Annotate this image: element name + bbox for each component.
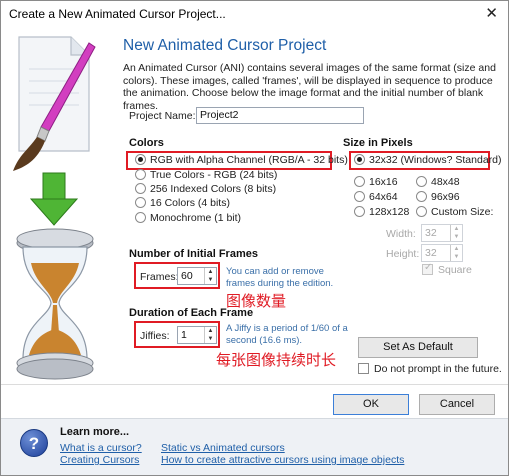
stepper-arrows-icon[interactable]: ▲ ▼ — [450, 225, 462, 241]
frames-section-title: Number of Initial Frames — [129, 248, 258, 260]
color-option-rgba[interactable]: RGB with Alpha Channel (RGB/A - 32 bits) — [135, 154, 348, 168]
learn-more-title: Learn more... — [60, 426, 130, 438]
color-option-label: True Colors - RGB (24 bits) — [150, 169, 278, 181]
stepper-arrows-icon[interactable]: ▲ ▼ — [450, 245, 462, 261]
radio-icon — [135, 154, 146, 165]
size-option-label: 32x32 (Windows? Standard) — [369, 154, 502, 166]
new-animated-cursor-dialog: Create a New Animated Cursor Project... … — [0, 0, 509, 476]
radio-icon — [135, 197, 146, 208]
radio-icon — [354, 191, 365, 202]
wizard-illustration — [13, 36, 96, 380]
height-label: Height: — [386, 248, 420, 260]
color-option-256[interactable]: 256 Indexed Colors (8 bits) — [135, 183, 276, 197]
ok-button[interactable]: OK — [333, 394, 409, 415]
size-option-16x16[interactable]: 16x16 — [354, 176, 398, 190]
width-value: 32 — [425, 227, 437, 239]
size-option-96x96[interactable]: 96x96 — [416, 191, 460, 205]
radio-icon — [354, 206, 365, 217]
square-checkbox[interactable]: Square — [422, 262, 472, 276]
duration-annotation: 每张图像持续时长 — [216, 352, 337, 369]
color-option-label: Monochrome (1 bit) — [150, 212, 242, 224]
radio-icon — [135, 212, 146, 223]
size-section-title: Size in Pixels — [343, 137, 413, 149]
color-option-mono[interactable]: Monochrome (1 bit) — [135, 212, 241, 226]
radio-icon — [416, 191, 427, 202]
frames-label: Frames: — [140, 271, 179, 283]
color-option-label: RGB with Alpha Channel (RGB/A - 32 bits) — [150, 154, 348, 166]
do-not-prompt-checkbox[interactable]: Do not prompt in the future. — [358, 363, 502, 375]
title-bar: Create a New Animated Cursor Project... … — [1, 1, 508, 28]
hourglass-icon — [16, 228, 94, 380]
color-option-label: 256 Indexed Colors (8 bits) — [150, 183, 277, 195]
document-brush-icon — [13, 36, 96, 171]
link-creating-cursors[interactable]: Creating Cursors — [60, 454, 139, 466]
link-what-is-cursor[interactable]: What is a cursor? — [60, 442, 142, 454]
close-icon[interactable]: ✕ — [485, 4, 498, 24]
divider — [1, 384, 508, 385]
colors-section-title: Colors — [129, 137, 164, 149]
radio-icon — [416, 176, 427, 187]
jiffies-hint: A Jiffy is a period of 1/60 of a second … — [226, 323, 348, 346]
cancel-button[interactable]: Cancel — [419, 394, 495, 415]
stepper-arrows-icon[interactable]: ▲ ▼ — [204, 268, 216, 284]
width-label: Width: — [386, 228, 416, 240]
radio-icon — [354, 176, 365, 187]
radio-icon — [135, 169, 146, 180]
size-option-48x48[interactable]: 48x48 — [416, 176, 460, 190]
color-option-label: 16 Colors (4 bits) — [150, 197, 230, 209]
green-down-arrow-icon — [29, 172, 79, 226]
color-option-rgb[interactable]: True Colors - RGB (24 bits) — [135, 169, 277, 183]
size-option-label: 16x16 — [369, 176, 398, 188]
project-name-input[interactable]: Project2 — [196, 107, 364, 124]
checkbox-icon — [358, 363, 369, 374]
frames-value: 60 — [181, 270, 193, 282]
link-static-vs-animated[interactable]: Static vs Animated cursors — [161, 442, 285, 454]
frames-stepper[interactable]: 60 ▲ ▼ — [177, 267, 217, 285]
size-option-64x64[interactable]: 64x64 — [354, 191, 398, 205]
height-stepper[interactable]: 32 ▲ ▼ — [421, 244, 463, 262]
size-option-label: 48x48 — [431, 176, 460, 188]
set-as-default-button[interactable]: Set As Default — [358, 337, 478, 358]
learn-more-footer: ? Learn more... What is a cursor? Creati… — [1, 418, 508, 475]
radio-icon — [135, 183, 146, 194]
square-label: Square — [438, 264, 472, 276]
jiffies-stepper[interactable]: 1 ▲ ▼ — [177, 326, 217, 344]
height-value: 32 — [425, 247, 437, 259]
frames-hint: You can add or remove frames during the … — [226, 266, 334, 289]
page-title: New Animated Cursor Project — [123, 37, 327, 54]
size-option-custom[interactable]: Custom Size: — [416, 206, 493, 220]
size-option-32x32[interactable]: 32x32 (Windows? Standard) — [354, 154, 502, 168]
checkbox-icon — [422, 262, 433, 275]
link-attractive-cursors[interactable]: How to create attractive cursors using i… — [161, 454, 404, 466]
size-option-label: 128x128 — [369, 206, 410, 218]
intro-text: An Animated Cursor (ANI) contains severa… — [123, 62, 496, 112]
help-icon: ? — [20, 429, 48, 457]
do-not-prompt-label: Do not prompt in the future. — [374, 363, 502, 375]
radio-icon — [354, 154, 365, 165]
jiffies-value: 1 — [181, 329, 187, 341]
size-option-label: 96x96 — [431, 191, 460, 203]
size-option-label: Custom Size: — [431, 206, 494, 218]
project-name-label: Project Name: — [129, 110, 196, 122]
size-option-label: 64x64 — [369, 191, 398, 203]
jiffies-label: Jiffies: — [140, 330, 170, 342]
width-stepper[interactable]: 32 ▲ ▼ — [421, 224, 463, 242]
color-option-16[interactable]: 16 Colors (4 bits) — [135, 197, 230, 211]
size-option-128x128[interactable]: 128x128 — [354, 206, 409, 220]
duration-section-title: Duration of Each Frame — [129, 307, 254, 319]
radio-icon — [416, 206, 427, 217]
window-title: Create a New Animated Cursor Project... — [9, 7, 226, 21]
stepper-arrows-icon[interactable]: ▲ ▼ — [204, 327, 216, 343]
